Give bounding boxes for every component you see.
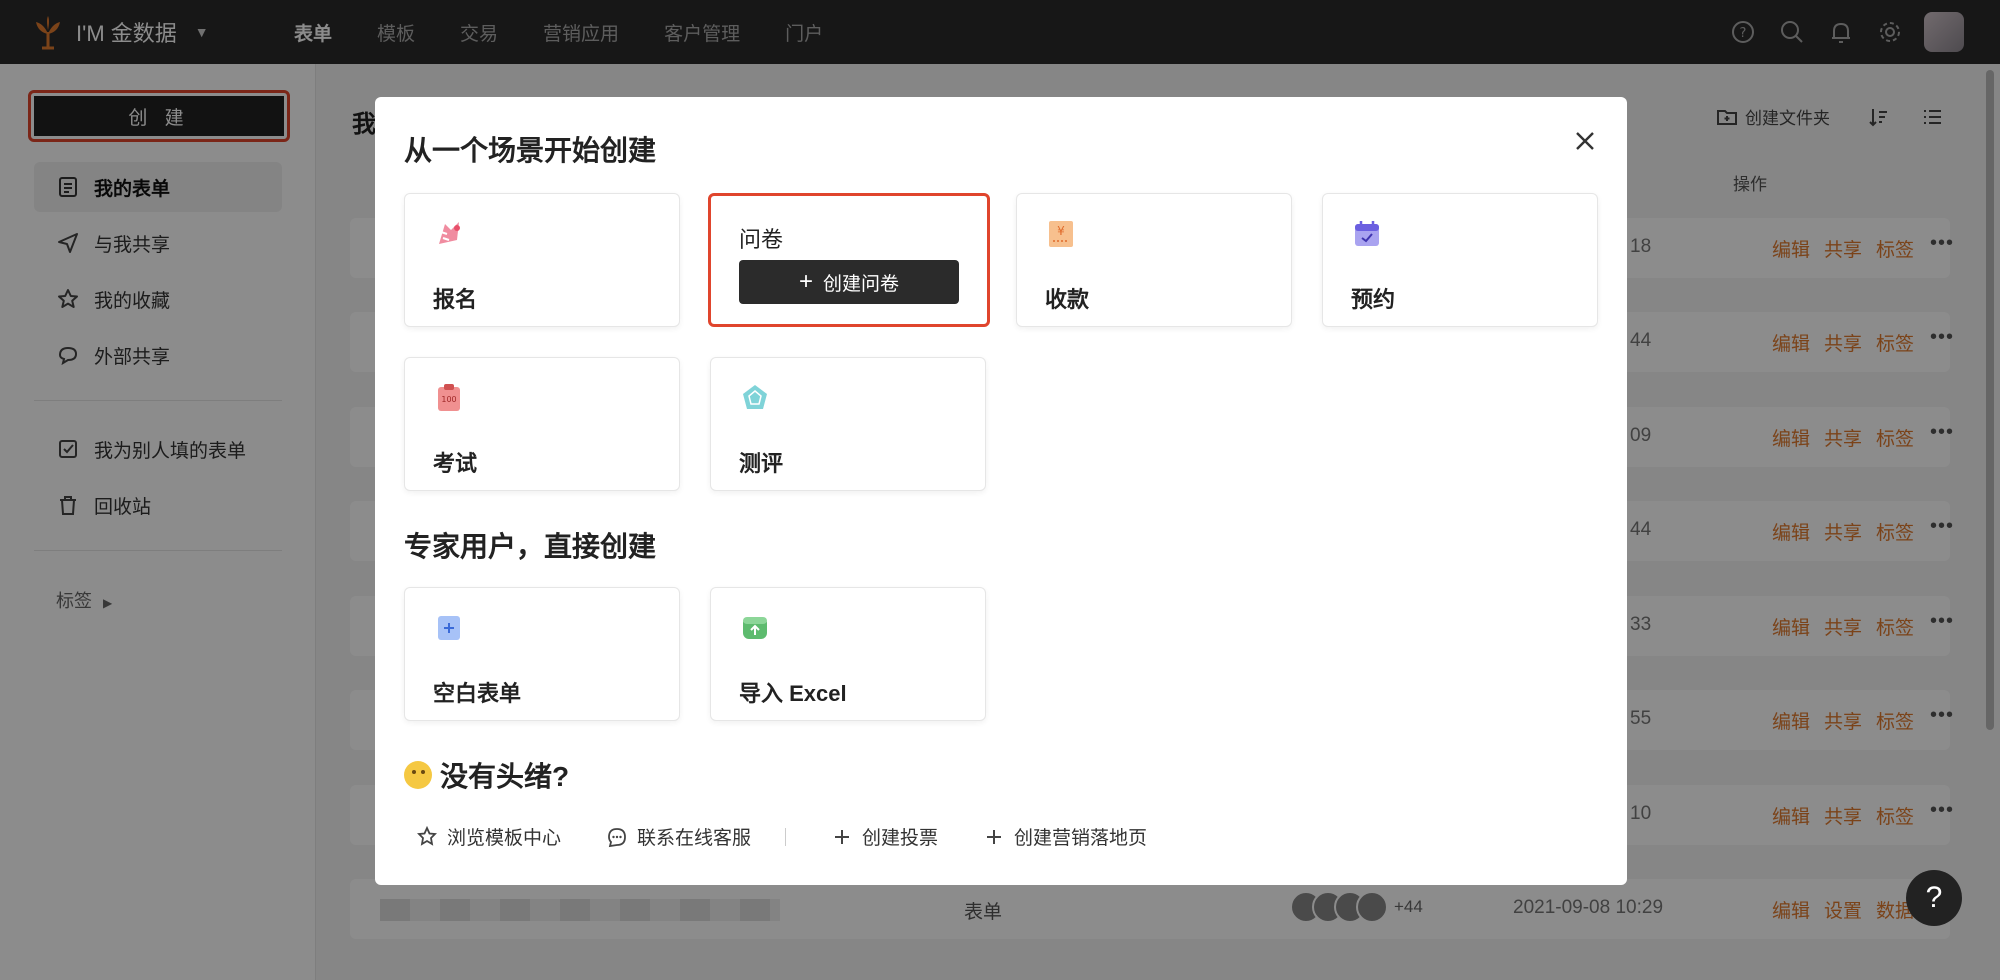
import-excel-icon bbox=[743, 617, 767, 639]
create-vote-link[interactable]: 创建投票 bbox=[830, 823, 938, 850]
assessment-icon bbox=[743, 385, 767, 409]
scene-card-signup[interactable]: 报名 bbox=[404, 193, 680, 327]
scene-card-payment[interactable]: ¥ 收款 bbox=[1016, 193, 1292, 327]
exam-icon: 100 bbox=[438, 384, 460, 411]
scene-label: 问卷 bbox=[739, 227, 784, 252]
signup-icon bbox=[439, 222, 460, 244]
plus-icon bbox=[987, 829, 1002, 844]
scene-card-exam[interactable]: 100 考试 bbox=[404, 357, 680, 491]
scene-label: 预约 bbox=[1351, 287, 1396, 312]
expert-section-title: 专家用户，直接创建 bbox=[404, 531, 657, 562]
import-excel-card[interactable]: 导入 Excel bbox=[710, 587, 986, 721]
create-landing-page-link[interactable]: 创建营销落地页 bbox=[982, 823, 1147, 850]
create-modal: 从一个场景开始创建 报名 问卷 + 创建问卷 ¥ 收款 预约 100 考试 测评… bbox=[375, 97, 1627, 885]
browse-templates-link[interactable]: 浏览模板中心 bbox=[415, 823, 561, 850]
create-survey-label: 创建问卷 bbox=[823, 273, 900, 295]
blank-form-icon bbox=[438, 616, 460, 640]
close-icon[interactable] bbox=[1571, 127, 1599, 155]
contact-support-link[interactable]: 联系在线客服 bbox=[605, 823, 751, 850]
link-label: 创建营销落地页 bbox=[1014, 828, 1148, 849]
no-idea-title: 没有头绪? bbox=[440, 761, 570, 792]
blank-form-card[interactable]: 空白表单 bbox=[404, 587, 680, 721]
modal-title: 从一个场景开始创建 bbox=[404, 135, 657, 166]
scene-label: 收款 bbox=[1045, 287, 1090, 312]
template-icon bbox=[417, 825, 437, 846]
thinking-face-icon bbox=[404, 761, 432, 789]
scene-card-appointment[interactable]: 预约 bbox=[1322, 193, 1598, 327]
link-label: 浏览模板中心 bbox=[447, 828, 562, 849]
scene-card-assessment[interactable]: 测评 bbox=[710, 357, 986, 491]
scene-label: 测评 bbox=[739, 451, 784, 476]
chat-icon bbox=[608, 827, 626, 847]
expert-label: 空白表单 bbox=[433, 681, 522, 706]
no-idea-section-title: 没有头绪? bbox=[404, 755, 569, 795]
plus-icon bbox=[835, 829, 850, 844]
expert-label: 导入 Excel bbox=[739, 681, 847, 706]
scene-card-survey[interactable]: 问卷 + 创建问卷 bbox=[708, 193, 990, 327]
scene-label: 考试 bbox=[433, 451, 478, 476]
link-label: 创建投票 bbox=[862, 828, 939, 849]
bottom-links: 浏览模板中心 联系在线客服 创建投票 创建营销落地页 bbox=[415, 823, 1191, 850]
create-survey-button[interactable]: + 创建问卷 bbox=[739, 260, 959, 304]
calendar-icon bbox=[1355, 221, 1379, 246]
plus-icon: + bbox=[798, 268, 813, 295]
link-label: 联系在线客服 bbox=[637, 828, 752, 849]
svg-text:¥: ¥ bbox=[1057, 224, 1065, 238]
payment-icon: ¥ bbox=[1049, 221, 1073, 247]
scene-label: 报名 bbox=[433, 287, 478, 312]
help-button[interactable]: ? bbox=[1906, 870, 1962, 926]
svg-text:100: 100 bbox=[441, 395, 456, 404]
link-divider bbox=[785, 827, 787, 846]
